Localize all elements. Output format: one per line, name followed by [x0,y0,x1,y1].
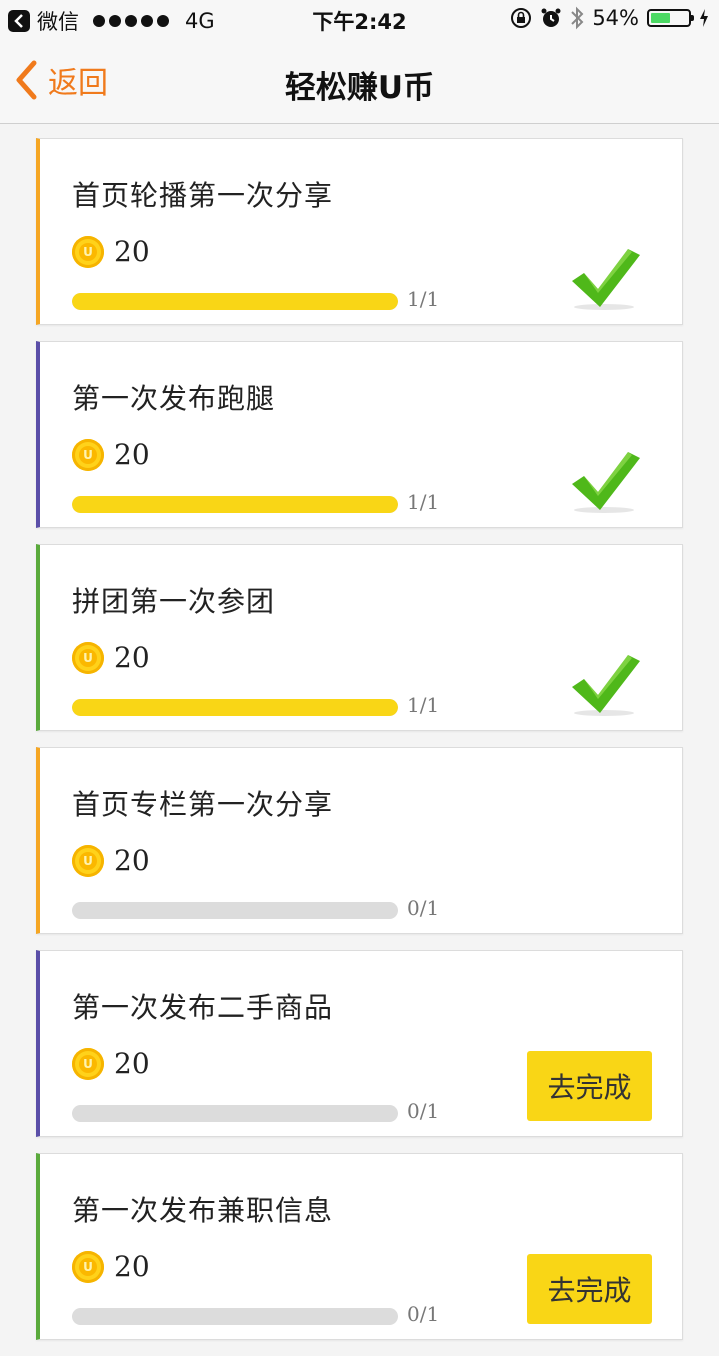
task-title: 首页专栏第一次分享 [72,788,334,821]
task-title: 第一次发布二手商品 [72,991,334,1024]
progress-text: 0/1 [407,1099,440,1123]
progress-bar [72,496,398,513]
reward-amount: 20 [114,235,150,268]
rotation-lock-icon [510,7,532,29]
reward-amount: 20 [114,1047,150,1080]
task-card: 拼团第一次参团 U 20 1/1 [36,544,683,731]
progress-bar [72,1105,398,1122]
u-coin-icon: U [72,844,104,877]
alarm-icon [540,7,562,29]
reward-row: U 20 [72,1047,150,1080]
task-card: 第一次发布跑腿 U 20 1/1 [36,341,683,528]
task-card: 首页轮播第一次分享 U 20 1/1 [36,138,683,325]
progress-fill [72,699,398,716]
bluetooth-icon [570,6,584,30]
battery-icon [647,9,694,27]
progress-fill [72,496,398,513]
progress-text: 1/1 [407,490,440,514]
u-coin-icon: U [72,641,104,674]
reward-row: U 20 [72,438,150,471]
task-title: 拼团第一次参团 [72,585,276,618]
reward-amount: 20 [114,1250,150,1283]
progress-bar [72,699,398,716]
reward-row: U 20 [72,1250,150,1283]
reward-amount: 20 [114,438,150,471]
task-title: 第一次发布兼职信息 [72,1194,334,1227]
task-list: 首页轮播第一次分享 U 20 1/1 第一次发布跑腿 U 20 1/1 拼团第一… [36,138,683,1356]
progress-text: 0/1 [407,1302,440,1326]
progress-fill [72,293,398,310]
reward-row: U 20 [72,235,150,268]
completed-check-icon [570,649,642,723]
progress-bar [72,293,398,310]
battery-fill [651,13,671,23]
battery-percent: 54% [592,6,639,30]
task-card: 第一次发布二手商品 U 20 0/1 去完成 [36,950,683,1137]
progress-bar [72,1308,398,1325]
reward-amount: 20 [114,844,150,877]
progress-bar [72,902,398,919]
reward-amount: 20 [114,641,150,674]
nav-bar: 返回 轻松赚U币 [0,40,719,124]
go-complete-button[interactable]: 去完成 [527,1254,652,1324]
completed-check-icon [570,243,642,317]
reward-row: U 20 [72,844,150,877]
status-bar: 微信 4G 下午2:42 54% [0,0,719,40]
u-coin-icon: U [72,1047,104,1080]
progress-text: 0/1 [407,896,440,920]
u-coin-icon: U [72,438,104,471]
u-coin-icon: U [72,1250,104,1283]
task-title: 第一次发布跑腿 [72,382,276,415]
charging-icon [699,8,709,28]
progress-text: 1/1 [407,287,440,311]
task-title: 首页轮播第一次分享 [72,179,334,212]
u-coin-icon: U [72,235,104,268]
reward-row: U 20 [72,641,150,674]
completed-check-icon [570,446,642,520]
task-card: 首页专栏第一次分享 U 20 0/1 [36,747,683,934]
status-right: 54% [510,6,709,30]
task-card: 第一次发布兼职信息 U 20 0/1 去完成 [36,1153,683,1340]
go-complete-button[interactable]: 去完成 [527,1051,652,1121]
page-title: 轻松赚U币 [284,70,435,106]
progress-text: 1/1 [407,693,440,717]
